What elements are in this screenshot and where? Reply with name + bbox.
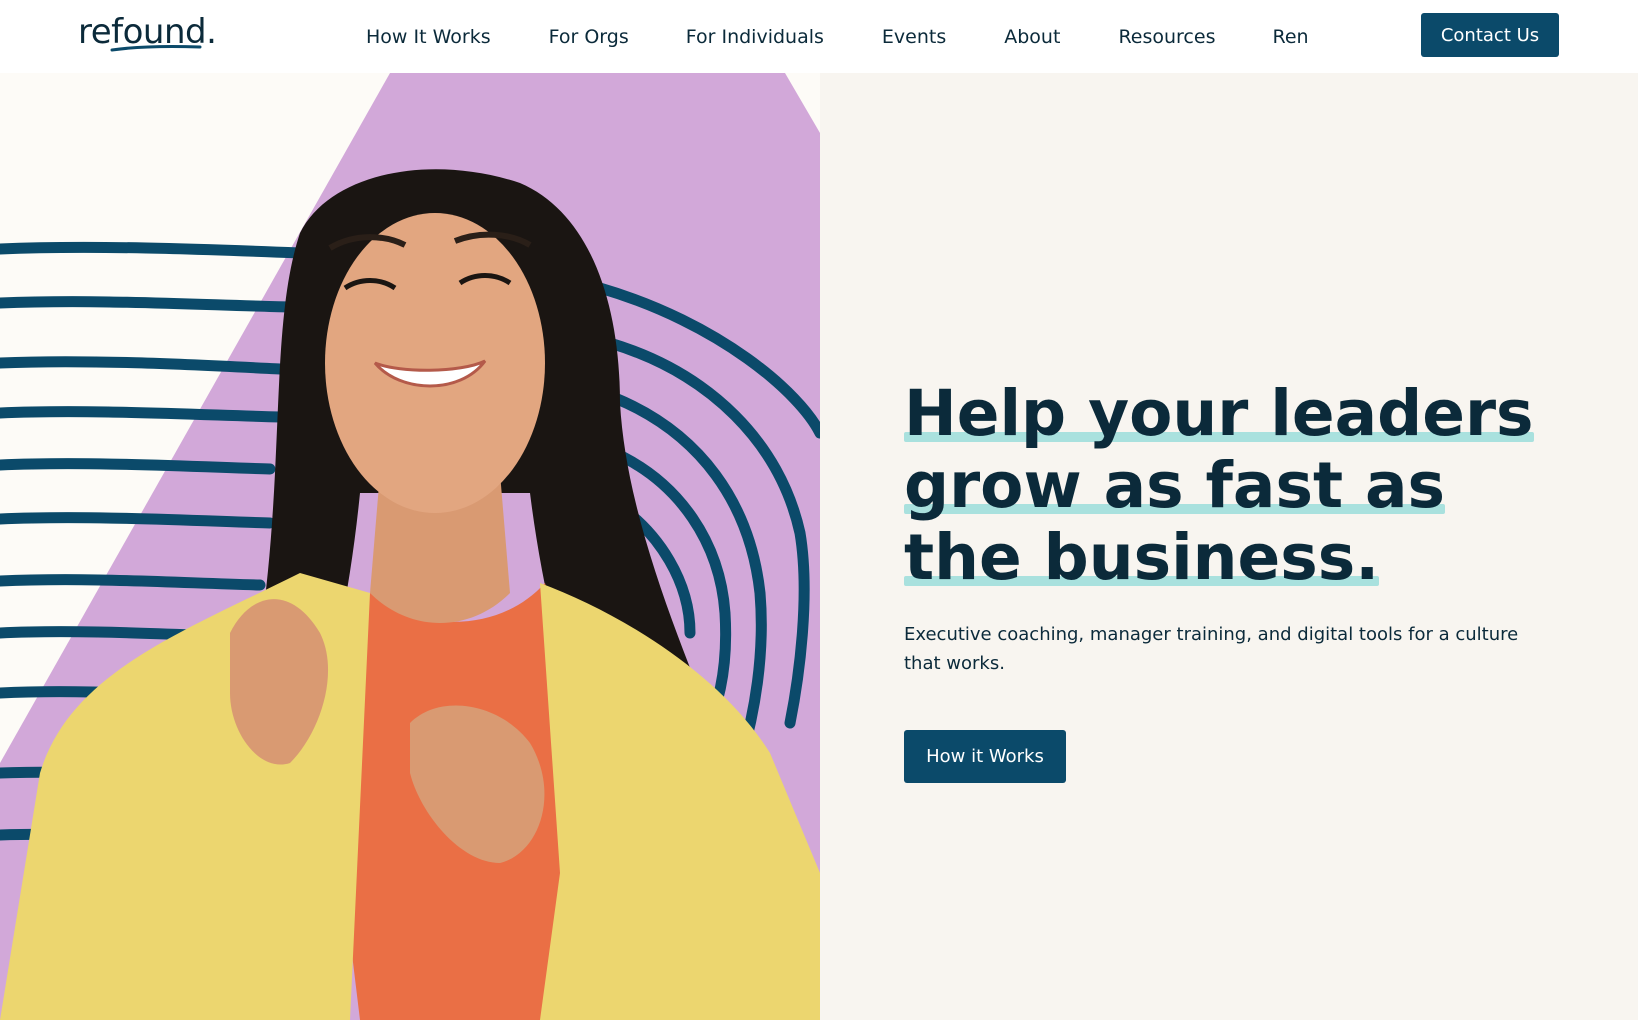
hero-subtext: Executive coaching, manager training, an… bbox=[904, 624, 1519, 674]
nav-ren[interactable]: Ren bbox=[1272, 24, 1308, 50]
headline-line-1: Help your leaders bbox=[904, 377, 1534, 450]
headline-line-3: the business. bbox=[904, 521, 1380, 594]
how-it-works-button[interactable]: How it Works bbox=[904, 730, 1066, 783]
logo-underline-swoosh bbox=[110, 44, 202, 52]
nav-about[interactable]: About bbox=[1004, 24, 1060, 50]
nav-for-individuals[interactable]: For Individuals bbox=[686, 24, 824, 50]
main-nav: How It Works For Orgs For Individuals Ev… bbox=[340, 0, 1309, 73]
headline-line-2: grow as fast as bbox=[904, 449, 1446, 522]
contact-us-button[interactable]: Contact Us bbox=[1421, 13, 1559, 57]
nav-for-orgs[interactable]: For Orgs bbox=[549, 24, 629, 50]
hero-image bbox=[0, 73, 820, 1020]
top-navigation-bar: refound. How It Works For Orgs For Indiv… bbox=[0, 0, 1638, 73]
nav-how-it-works[interactable]: How It Works bbox=[366, 24, 491, 50]
hero-illustration bbox=[0, 73, 820, 1020]
face bbox=[325, 213, 545, 513]
nav-resources[interactable]: Resources bbox=[1118, 24, 1215, 50]
hero-headline: Help your leaders grow as fast as the bu… bbox=[904, 378, 1544, 594]
nav-events[interactable]: Events bbox=[882, 24, 946, 50]
